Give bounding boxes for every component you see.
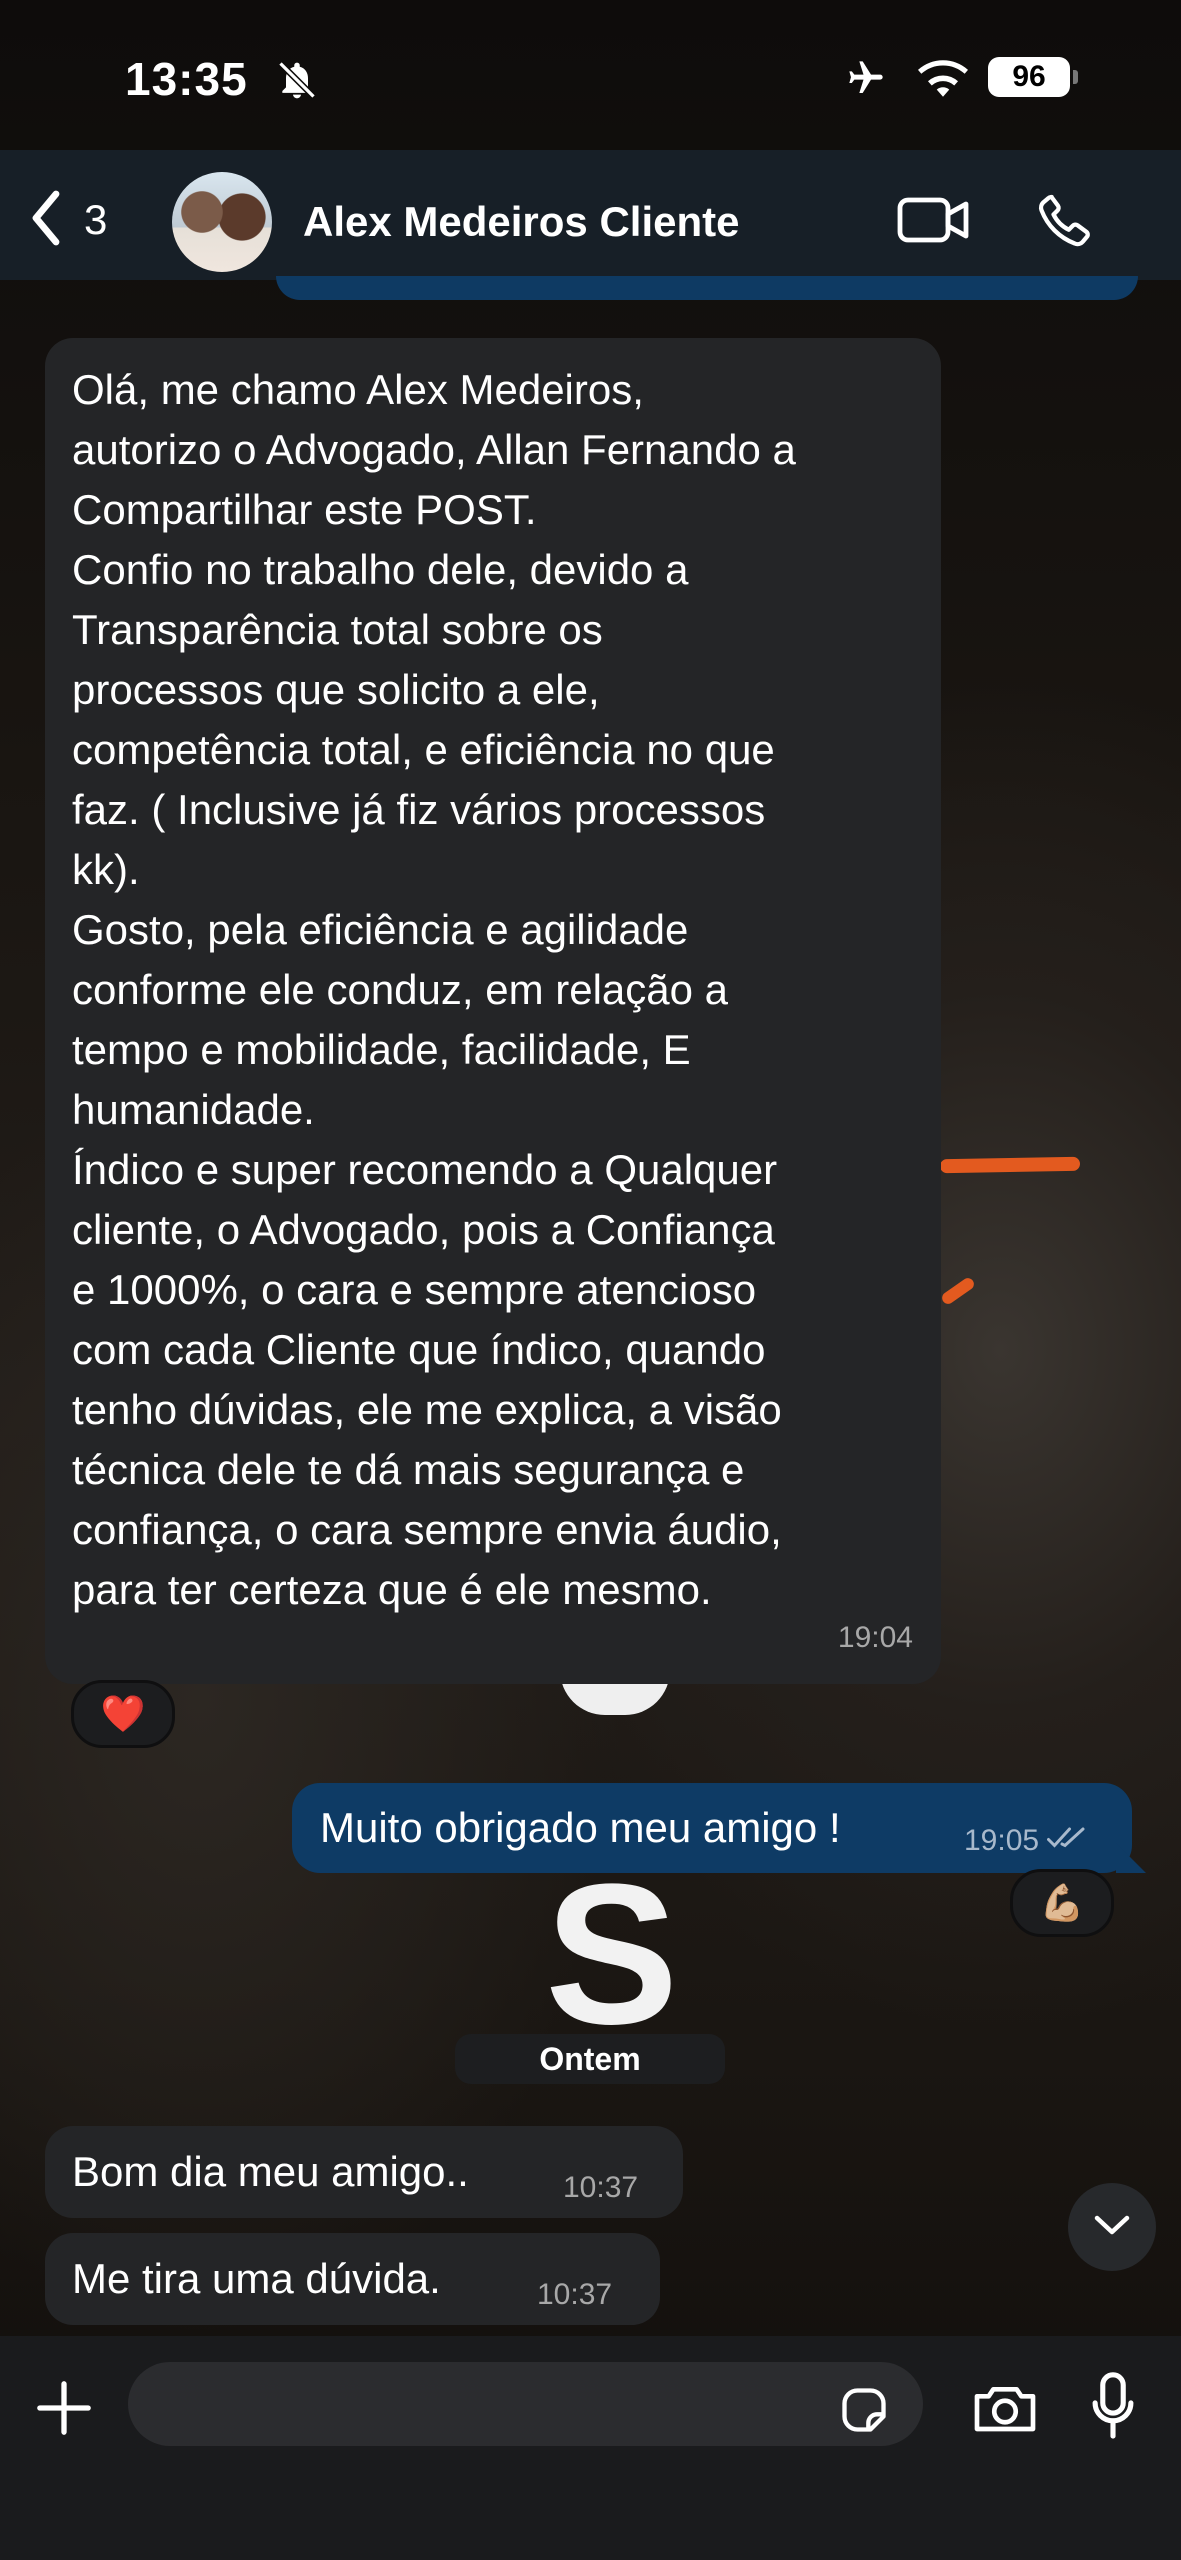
scroll-to-bottom-button[interactable] [1068, 2183, 1156, 2271]
incoming-message[interactable]: Olá, me chamo Alex Medeiros, autorizo o … [45, 338, 941, 1684]
heart-reaction: ❤️ [100, 1693, 146, 1734]
sticker-icon[interactable] [838, 2384, 890, 2441]
message-time: 10:37 [563, 2171, 639, 2204]
message-text: Olá, me chamo Alex Medeiros, autorizo o … [72, 366, 796, 1613]
chevron-left-icon [30, 190, 62, 251]
message-composer [0, 2336, 1181, 2560]
video-camera-icon[interactable] [896, 194, 972, 251]
status-bar: 13:35 96 [0, 0, 1181, 150]
airplane-icon [842, 58, 890, 103]
bell-slash-icon [275, 58, 319, 107]
chat-header: 3 Alex Medeiros Cliente [0, 150, 1181, 280]
battery-indicator: 96 [988, 57, 1070, 97]
unread-count: 3 [84, 196, 108, 243]
phone-icon[interactable] [1035, 190, 1095, 255]
date-separator: Ontem [455, 2034, 725, 2084]
flexed-biceps-reaction: 💪🏼 [1039, 1882, 1085, 1923]
back-button[interactable]: 3 [30, 190, 107, 250]
message-time: 19:04 [837, 1621, 913, 1654]
outgoing-message[interactable]: Muito obrigado meu amigo ! 19:05 [292, 1783, 1146, 1873]
message-input[interactable] [156, 2362, 820, 2448]
message-time-group: 19:05 [964, 1811, 1089, 1871]
incoming-message[interactable]: Bom dia meu amigo.. 10:37 [45, 2126, 683, 2218]
reaction-badge[interactable]: ❤️ [71, 1680, 175, 1748]
previous-message-bubble [276, 276, 1138, 300]
battery-tip [1073, 70, 1078, 84]
double-check-icon [1047, 1811, 1089, 1871]
wallpaper-accent-stroke [939, 1156, 1081, 1174]
wifi-icon [918, 60, 968, 103]
message-input-container[interactable] [128, 2362, 923, 2448]
status-time: 13:35 [125, 53, 248, 105]
plus-icon[interactable] [35, 2379, 93, 2442]
message-time: 19:05 [964, 1824, 1040, 1857]
wallpaper-graphic: S [545, 1843, 679, 2066]
contact-name[interactable]: Alex Medeiros Cliente [303, 198, 739, 246]
camera-icon[interactable] [970, 2380, 1040, 2441]
incoming-message[interactable]: Me tira uma dúvida. 10:37 [45, 2233, 660, 2325]
message-text: Me tira uma dúvida. [72, 2255, 441, 2302]
microphone-icon[interactable] [1090, 2372, 1136, 2449]
reaction-badge[interactable]: 💪🏼 [1010, 1869, 1114, 1937]
message-time: 10:37 [537, 2278, 613, 2311]
message-text: Muito obrigado meu amigo ! [320, 1804, 841, 1851]
chevron-down-icon [1093, 2213, 1131, 2242]
avatar[interactable] [172, 172, 272, 272]
message-text: Bom dia meu amigo.. [72, 2148, 469, 2195]
